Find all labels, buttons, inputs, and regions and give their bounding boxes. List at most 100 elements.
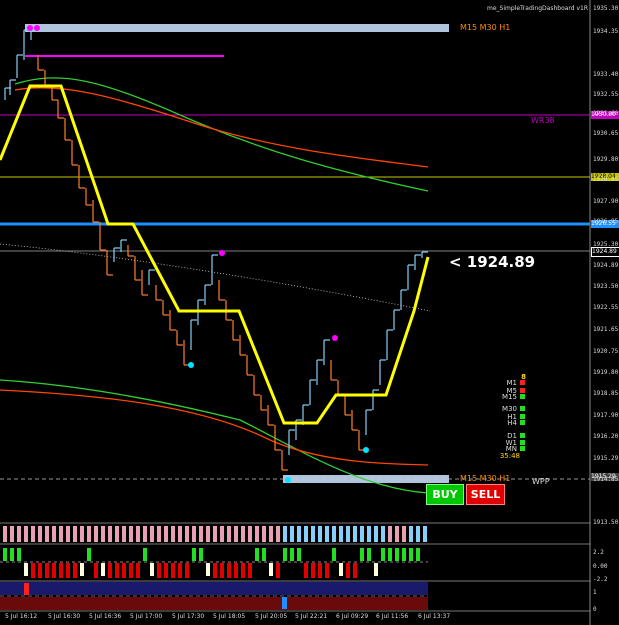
tf-status-h4 xyxy=(520,420,525,425)
hist-bar xyxy=(360,548,364,561)
hist-bar xyxy=(220,526,224,542)
hist-bar xyxy=(192,526,196,542)
hist-bar xyxy=(248,563,252,578)
hist-bar xyxy=(24,563,28,576)
hist-bar xyxy=(10,548,14,561)
hist-bar xyxy=(129,563,133,578)
hist-bar xyxy=(157,526,161,542)
price-tick-label: 1932.55 xyxy=(593,91,619,98)
hist-bar xyxy=(45,526,49,542)
hist-bar xyxy=(367,548,371,561)
hist-bar xyxy=(115,526,119,542)
price-tick-label: 1928.85 xyxy=(593,176,619,183)
price-tick-label: 1935.30 xyxy=(593,5,619,12)
price-tick-label: 1922.55 xyxy=(593,304,619,311)
hist-bar xyxy=(171,563,175,578)
price-tick-label: 1930.65 xyxy=(593,130,619,137)
hist-bar xyxy=(241,563,245,578)
hist-bar xyxy=(3,548,7,561)
price-tick-label: 1917.90 xyxy=(593,412,619,419)
hist-bar xyxy=(276,563,280,578)
hist-bar xyxy=(416,526,420,542)
hist-bar xyxy=(94,526,98,542)
price-tick-label: 1920.75 xyxy=(593,348,619,355)
hist-bar xyxy=(213,526,217,542)
price-tick-label: 1916.20 xyxy=(593,433,619,440)
hist-bar xyxy=(94,563,98,578)
signal-dot xyxy=(332,335,338,341)
hist-bar xyxy=(318,563,322,578)
hist-bar xyxy=(388,526,392,542)
hist-bar xyxy=(311,563,315,578)
hist-bar xyxy=(192,548,196,561)
hist-bar xyxy=(353,526,357,542)
hist-bar xyxy=(31,563,35,578)
hist-bar xyxy=(164,563,168,578)
mtf-label-bottom: M15 M30 H1 xyxy=(460,474,511,483)
hist-bar xyxy=(416,548,420,561)
histogram-panel-1 xyxy=(3,526,427,542)
hist-bar xyxy=(143,548,147,561)
hist-bar xyxy=(283,548,287,561)
hist-bar xyxy=(374,526,378,542)
hist-bar xyxy=(381,548,385,561)
time-tick-label: 6 Jul 09:29 xyxy=(336,613,369,620)
price-tick-label: 1913.50 xyxy=(593,519,619,526)
hist-bar xyxy=(101,526,105,542)
tf-status-m1 xyxy=(520,380,525,385)
hist-bar xyxy=(269,526,273,542)
mtf-label-top: M15 M30 H1 xyxy=(460,23,511,32)
hist-bar xyxy=(122,526,126,542)
sell-button[interactable]: SELL xyxy=(466,484,505,505)
hist-bar xyxy=(381,526,385,542)
hist-bar xyxy=(59,563,63,578)
hist-bar xyxy=(409,548,413,561)
hist-bar xyxy=(297,526,301,542)
signal-dot xyxy=(188,362,194,368)
buy-button[interactable]: BUY xyxy=(426,484,464,505)
tf-status-h1 xyxy=(520,414,525,419)
current-price-badge: 1924.89 xyxy=(591,247,619,257)
price-tick-label: 1933.40 xyxy=(593,71,619,78)
signal-dot xyxy=(285,477,291,483)
trading-chart[interactable] xyxy=(0,0,619,625)
hist-bar xyxy=(339,526,343,542)
hist-bar xyxy=(52,563,56,578)
price-tick-label: 1918.85 xyxy=(593,390,619,397)
mtf-zone-top xyxy=(25,24,449,32)
hist-bar xyxy=(353,563,357,578)
hist-bar xyxy=(17,548,21,561)
hist-bar xyxy=(325,563,329,578)
hist-bar xyxy=(150,526,154,542)
price-tick-label: 1919.80 xyxy=(593,369,619,376)
hist-bar xyxy=(332,526,336,542)
hist-bar xyxy=(409,526,413,542)
hist-bar xyxy=(213,563,217,578)
hist-bar xyxy=(10,526,14,542)
hist-bar xyxy=(255,548,259,561)
time-tick-label: 5 Jul 17:30 xyxy=(172,613,205,620)
hist-bar xyxy=(80,563,84,576)
time-tick-label: 5 Jul 16:30 xyxy=(48,613,81,620)
price-tick-label: 1926.95 xyxy=(593,218,619,225)
hist-bar xyxy=(73,526,77,542)
price-tick-label: 1931.60 xyxy=(593,110,619,117)
hist-bar xyxy=(178,563,182,578)
signal-dot xyxy=(363,447,369,453)
signal-dot xyxy=(219,250,225,256)
hist-bar xyxy=(311,526,315,542)
hist-bar xyxy=(66,526,70,542)
hist-bar xyxy=(143,526,147,542)
hist-bar xyxy=(262,548,266,561)
hist-bar xyxy=(367,526,371,542)
hist-bar xyxy=(136,526,140,542)
hist-bar xyxy=(423,526,427,542)
wr38-label: WR38 xyxy=(531,116,555,125)
tf-label-m1: M1 xyxy=(506,379,518,387)
tf-label-m30: M30 xyxy=(502,405,517,413)
tf-status-m15 xyxy=(520,394,525,399)
hist-bar xyxy=(66,563,70,578)
hist-bar xyxy=(52,526,56,542)
hist-bar xyxy=(129,526,133,542)
time-tick-label: 6 Jul 13:37 xyxy=(418,613,451,620)
